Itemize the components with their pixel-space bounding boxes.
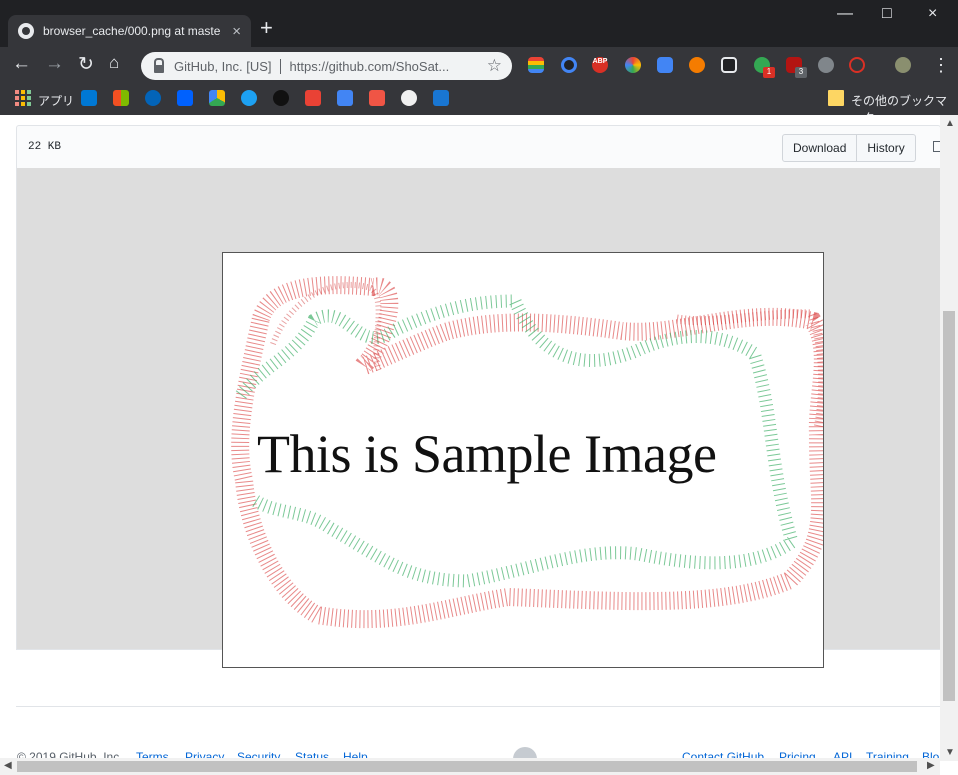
address-bar[interactable]: GitHub, Inc. [US] https://github.com/Sho… [141, 52, 512, 80]
bookmark-bar: アプリ その他のブックマーク [0, 85, 958, 125]
vertical-scrollbar[interactable]: ▲ ▼ [940, 115, 958, 761]
footer-divider [16, 706, 940, 707]
scroll-left-icon[interactable]: ◀ [4, 760, 12, 771]
color-extension-icon[interactable] [561, 57, 577, 73]
colorful-extension-icon[interactable] [625, 57, 641, 73]
apps-grid-icon[interactable] [15, 90, 31, 106]
bookmark-star-icon[interactable]: ☆ [487, 56, 502, 76]
star-bookmark-icon[interactable] [305, 90, 321, 106]
folder-icon [828, 90, 844, 106]
bing-bookmark-icon[interactable] [81, 90, 97, 106]
code-bookmark-icon[interactable] [433, 90, 449, 106]
scroll-down-icon[interactable]: ▼ [945, 747, 955, 758]
drive-bookmark-icon[interactable] [209, 90, 225, 106]
block-extension-icon[interactable] [849, 57, 865, 73]
translate-extension-icon[interactable] [657, 57, 673, 73]
home-icon[interactable]: ⌂ [109, 53, 119, 73]
adblock-label: ABP [592, 58, 608, 65]
lamp-extension-icon[interactable] [818, 57, 834, 73]
close-tab-icon[interactable]: × [232, 23, 241, 40]
minimize-window-icon[interactable]: — [837, 5, 853, 23]
scroll-right-icon[interactable]: ▶ [927, 760, 935, 771]
file-size: 22 KB [28, 141, 62, 153]
github-file-page: 22 KB Download History This is Sample Im… [0, 115, 940, 761]
vertical-scroll-thumb[interactable] [943, 311, 955, 701]
microsoft-bookmark-icon[interactable] [113, 90, 129, 106]
horizontal-scroll-thumb[interactable] [17, 761, 917, 772]
close-window-icon[interactable]: × [928, 5, 937, 23]
github-tab-icon [18, 23, 34, 39]
owl-extension-icon[interactable] [689, 57, 705, 73]
browser-chrome: browser_cache/000.png at maste × + — □ ×… [0, 0, 958, 125]
apps-bookmark-label[interactable]: アプリ [38, 92, 74, 109]
tab-title: browser_cache/000.png at maste [43, 24, 221, 38]
history-button[interactable]: History [857, 134, 916, 162]
browser-toolbar: ← → ↻ ⌂ GitHub, Inc. [US] https://github… [0, 47, 958, 85]
image-viewer: This is Sample Image [16, 168, 940, 668]
file-actions: Download History [782, 134, 916, 162]
forward-icon[interactable]: → [45, 53, 64, 75]
file-header: 22 KB Download History [16, 125, 940, 168]
reload-icon[interactable]: ↻ [78, 53, 94, 76]
browser-menu-icon[interactable]: ⋮ [932, 55, 950, 76]
tab-browser-cache[interactable]: browser_cache/000.png at maste × [8, 15, 251, 47]
sample-image: This is Sample Image [222, 252, 824, 668]
profile-avatar[interactable] [895, 57, 911, 73]
green-extension-badge: 1 [763, 67, 775, 78]
maximize-window-icon[interactable]: □ [882, 5, 892, 23]
cloud-bookmark-icon[interactable] [337, 90, 353, 106]
site-identity[interactable]: GitHub, Inc. [US] [174, 58, 281, 74]
back-icon[interactable]: ← [12, 53, 31, 75]
lock-icon [154, 58, 164, 73]
download-button[interactable]: Download [782, 134, 858, 162]
horizontal-scrollbar[interactable]: ◀ ▶ [0, 758, 940, 775]
github-bookmark-icon[interactable] [401, 90, 417, 106]
new-tab-icon[interactable]: + [260, 15, 273, 41]
stack-extension-icon[interactable] [528, 57, 544, 73]
apple-bookmark-icon[interactable] [273, 90, 289, 106]
anki-bookmark-icon[interactable] [369, 90, 385, 106]
dropbox-bookmark-icon[interactable] [177, 90, 193, 106]
url-text[interactable]: https://github.com/ShoSat... [281, 59, 454, 74]
ublock-extension-badge: 3 [795, 67, 807, 78]
device-icon[interactable] [933, 141, 940, 152]
scroll-up-icon[interactable]: ▲ [945, 118, 955, 129]
onedrive-bookmark-icon[interactable] [145, 90, 161, 106]
video-extension-icon[interactable] [721, 57, 737, 73]
sample-image-text: This is Sample Image [257, 424, 717, 484]
twitter-bookmark-icon[interactable] [241, 90, 257, 106]
